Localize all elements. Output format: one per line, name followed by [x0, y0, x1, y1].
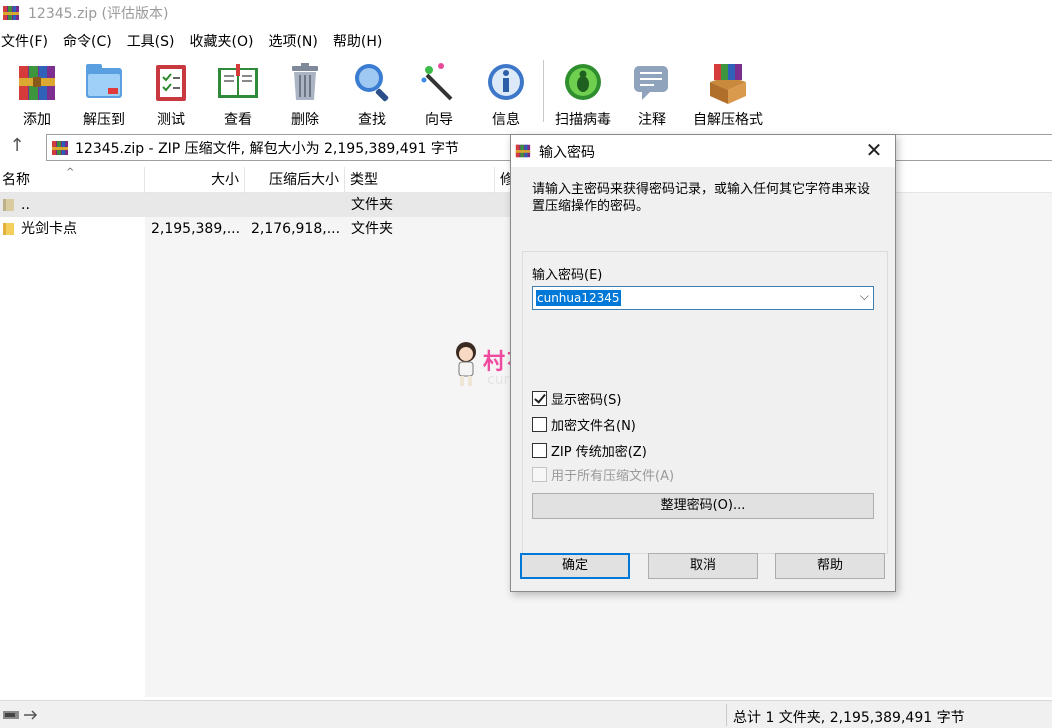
dialog-title-bar: 输入密码 ✕ — [511, 135, 895, 167]
password-label: 输入密码(E) — [532, 268, 603, 283]
menu-commands[interactable]: 命令(C) — [62, 31, 119, 51]
extract-to-button[interactable]: 解压到 — [71, 56, 137, 128]
help-button[interactable]: 帮助 — [775, 553, 885, 579]
comment-icon — [630, 60, 674, 104]
zip-legacy-encryption-label: ZIP 传统加密(Z) — [551, 444, 647, 460]
header-size[interactable]: 大小 — [145, 167, 245, 193]
header-type[interactable]: 类型 — [345, 167, 495, 193]
toolbar: 添加 解压到 测试 查看 删除 查找 向导 信息 扫描病毒 注释 自解压格式 — [0, 56, 1052, 128]
test-button[interactable]: 测试 — [138, 56, 204, 128]
winrar-window: 12345.zip (评估版本) 文件(F) 命令(C) 工具(S) 收藏夹(O… — [0, 0, 1052, 728]
title-bar: 12345.zip (评估版本) — [0, 0, 1052, 26]
window-title: 12345.zip (评估版本) — [28, 6, 169, 22]
delete-button[interactable]: 删除 — [272, 56, 338, 128]
winrar-logo-icon — [2, 4, 20, 22]
file-type: 文件夹 — [351, 197, 393, 213]
view-button[interactable]: 查看 — [205, 56, 271, 128]
menu-bar: 文件(F) 命令(C) 工具(S) 收藏夹(O) 选项(N) 帮助(H) — [0, 30, 396, 52]
sfx-button[interactable]: 自解压格式 — [688, 56, 768, 128]
toolbar-separator — [543, 60, 544, 122]
menu-file[interactable]: 文件(F) — [0, 31, 55, 51]
file-name: .. — [21, 197, 30, 213]
zip-legacy-encryption-option[interactable]: ZIP 传统加密(Z) — [532, 441, 647, 460]
add-button[interactable]: 添加 — [4, 56, 70, 128]
sfx-label: 自解压格式 — [693, 112, 763, 128]
file-row[interactable]: 光剑卡点 2,195,389,... 2,176,918,... 文件夹 — [0, 217, 510, 241]
magnifier-icon — [350, 60, 394, 104]
dialog-description: 请输入主密码来获得密码记录，或输入任何其它字符串来设置压缩操作的密码。 — [532, 182, 871, 214]
folder-icon — [3, 222, 15, 236]
cartoon-girl-icon — [456, 342, 476, 386]
scan-virus-label: 扫描病毒 — [555, 112, 611, 128]
file-type: 文件夹 — [351, 221, 393, 237]
password-input[interactable]: cunhua12345 ⌵ — [532, 286, 874, 310]
add-label: 添加 — [23, 112, 51, 128]
extract-folder-icon — [82, 60, 126, 104]
file-list-name-column — [0, 193, 145, 697]
use-for-all-archives-checkbox — [532, 466, 547, 482]
show-password-label: 显示密码(S) — [551, 392, 622, 408]
address-text: 12345.zip - ZIP 压缩文件, 解包大小为 2,195,389,49… — [75, 140, 459, 157]
wizard-button[interactable]: 向导 — [406, 56, 472, 128]
header-packed-size[interactable]: 压缩后大小 — [245, 167, 345, 193]
delete-label: 删除 — [291, 112, 319, 128]
menu-tools[interactable]: 工具(S) — [126, 31, 182, 51]
view-label: 查看 — [224, 112, 252, 128]
info-icon — [484, 60, 528, 104]
find-label: 查找 — [358, 112, 386, 128]
file-packed-size: 2,176,918,... — [251, 221, 341, 237]
wizard-label: 向导 — [425, 112, 453, 128]
close-icon[interactable]: ✕ — [861, 139, 887, 163]
use-for-all-archives-option: 用于所有压缩文件(A) — [532, 465, 675, 484]
header-name[interactable]: 名称 ^ — [0, 167, 145, 193]
drive-icon[interactable] — [2, 708, 42, 726]
dialog-title: 输入密码 — [539, 145, 595, 161]
add-archive-icon — [15, 60, 59, 104]
menu-help[interactable]: 帮助(H) — [332, 31, 389, 51]
extract-to-label: 解压到 — [83, 112, 125, 128]
status-divider — [726, 704, 727, 726]
encrypt-filenames-option[interactable]: 加密文件名(N) — [532, 415, 636, 434]
header-name-label: 名称 — [2, 172, 30, 188]
info-label: 信息 — [492, 112, 520, 128]
test-clipboard-icon — [149, 60, 193, 104]
comment-button[interactable]: 注释 — [619, 56, 685, 128]
archive-icon — [51, 139, 69, 157]
virus-scan-icon — [561, 60, 605, 104]
encrypt-filenames-checkbox[interactable] — [532, 416, 547, 432]
wizard-wand-icon — [417, 60, 461, 104]
up-arrow-icon[interactable]: ↑ — [6, 136, 28, 158]
view-book-icon — [216, 60, 260, 104]
comment-label: 注释 — [638, 112, 666, 128]
zip-legacy-encryption-checkbox[interactable] — [532, 442, 547, 458]
sfx-box-icon — [706, 60, 750, 104]
test-label: 测试 — [157, 112, 185, 128]
use-for-all-archives-label: 用于所有压缩文件(A) — [551, 468, 675, 484]
sort-up-icon: ^ — [66, 167, 75, 178]
show-password-option[interactable]: 显示密码(S) — [532, 389, 622, 408]
password-value: cunhua12345 — [536, 290, 621, 306]
file-size: 2,195,389,... — [151, 221, 241, 237]
file-name: 光剑卡点 — [21, 221, 77, 237]
cancel-button[interactable]: 取消 — [648, 553, 758, 579]
parent-folder-icon — [3, 198, 15, 212]
menu-favorites[interactable]: 收藏夹(O) — [189, 31, 261, 51]
show-password-checkbox[interactable] — [532, 390, 547, 406]
file-row[interactable]: .. 文件夹 — [0, 193, 510, 217]
status-text: 总计 1 文件夹, 2,195,389,491 字节 — [733, 710, 965, 726]
chevron-down-icon[interactable]: ⌵ — [860, 289, 869, 304]
info-button[interactable]: 信息 — [473, 56, 539, 128]
find-button[interactable]: 查找 — [339, 56, 405, 128]
password-dialog: 输入密码 ✕ 请输入主密码来获得密码记录，或输入任何其它字符串来设置压缩操作的密… — [510, 134, 896, 592]
menu-options[interactable]: 选项(N) — [267, 31, 324, 51]
trash-icon — [283, 60, 327, 104]
scan-virus-button[interactable]: 扫描病毒 — [550, 56, 616, 128]
organize-passwords-button[interactable]: 整理密码(O)... — [532, 493, 874, 519]
dialog-winrar-icon — [515, 143, 531, 163]
status-bar: 总计 1 文件夹, 2,195,389,491 字节 — [0, 700, 1052, 728]
ok-button[interactable]: 确定 — [520, 553, 630, 579]
encrypt-filenames-label: 加密文件名(N) — [551, 418, 636, 434]
